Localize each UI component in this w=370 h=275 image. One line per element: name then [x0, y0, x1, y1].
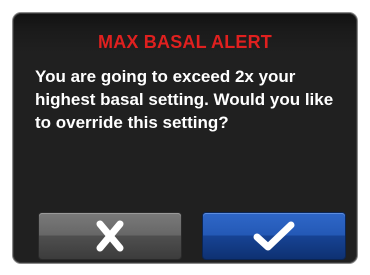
alert-title: MAX BASAL ALERT	[98, 32, 272, 52]
alert-screen: MAX BASAL ALERT You are going to exceed …	[13, 13, 357, 263]
device-frame: MAX BASAL ALERT You are going to exceed …	[0, 0, 370, 275]
x-icon	[96, 220, 124, 252]
checkmark-icon	[253, 221, 295, 251]
alert-message: You are going to exceed 2x your highest …	[35, 67, 334, 132]
cancel-button[interactable]	[39, 213, 181, 259]
confirm-button[interactable]	[203, 213, 345, 259]
